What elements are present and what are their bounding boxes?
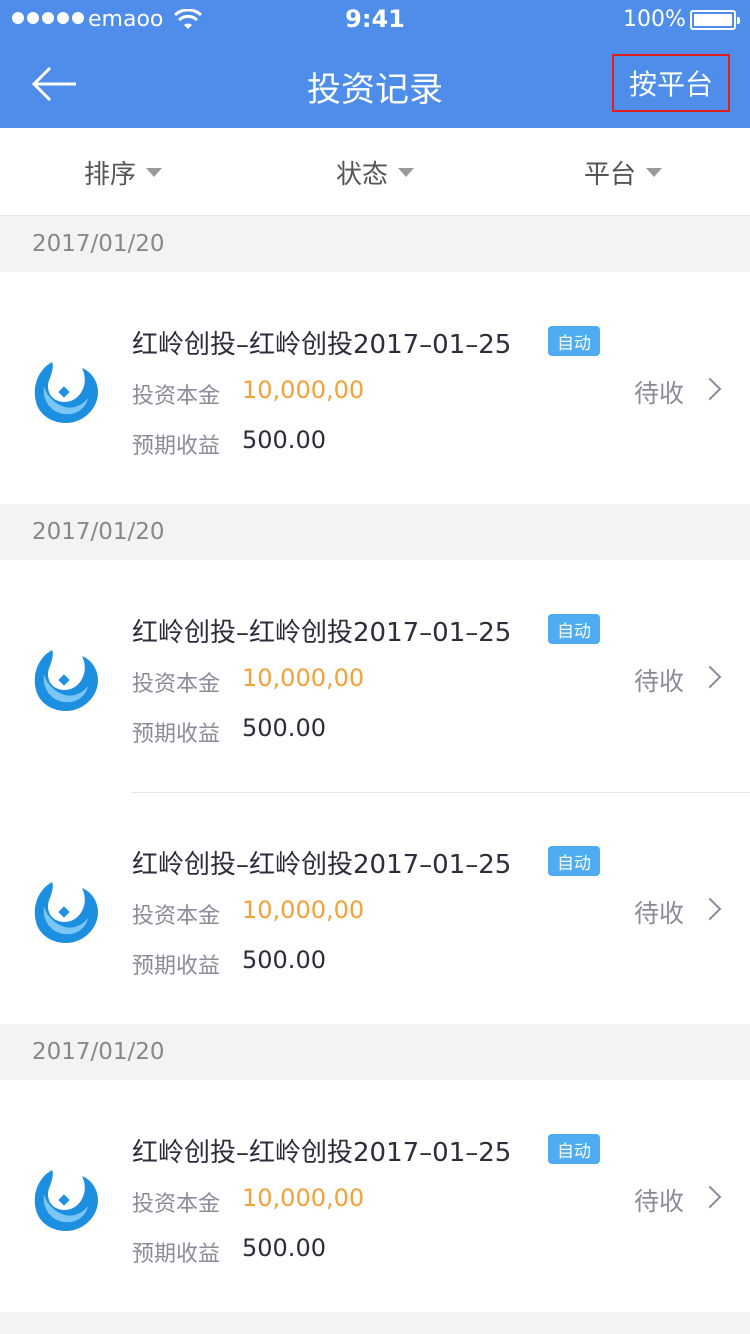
- platform-logo-icon: [34, 882, 98, 944]
- status-text: 待收: [634, 667, 685, 696]
- caret-down-icon: [398, 167, 415, 177]
- investment-item[interactable]: 红岭创投–红岭创投2017–01–25 自动 投资本金 10,000,00 预期…: [0, 792, 750, 1024]
- filter-status[interactable]: 状态: [336, 128, 415, 216]
- app-header: emaoo 9:41 100% 投资记录 按平台: [0, 0, 750, 128]
- income-value: 500.00: [242, 714, 326, 742]
- filter-sort[interactable]: 排序: [84, 128, 163, 216]
- income-label: 预期收益: [132, 1242, 221, 1267]
- platform-logo-icon: [34, 650, 98, 712]
- income-label: 预期收益: [132, 722, 221, 747]
- auto-badge: 自动: [548, 846, 600, 876]
- principal-value: 10,000,00: [242, 376, 365, 404]
- date-header: 2017/01/20: [0, 1024, 750, 1080]
- caret-down-icon: [146, 167, 163, 177]
- filter-platform-label: 平台: [584, 159, 637, 190]
- principal-value: 10,000,00: [242, 896, 365, 924]
- filter-status-label: 状态: [336, 159, 389, 190]
- investment-card: 红岭创投–红岭创投2017–01–25 自动 投资本金 10,000,00 预期…: [0, 1080, 750, 1312]
- status-bar: emaoo 9:41 100%: [0, 0, 750, 40]
- auto-badge: 自动: [548, 614, 600, 644]
- date-header: 2017/01/20: [0, 216, 750, 272]
- by-platform-button[interactable]: 按平台: [612, 54, 730, 112]
- principal-label: 投资本金: [132, 384, 221, 409]
- income-value: 500.00: [242, 426, 326, 454]
- principal-label: 投资本金: [132, 904, 221, 929]
- item-title: 红岭创投–红岭创投2017–01–25: [132, 1138, 512, 1168]
- investment-card: 红岭创投–红岭创投2017–01–25 自动 投资本金 10,000,00 预期…: [0, 272, 750, 504]
- item-title: 红岭创投–红岭创投2017–01–25: [132, 618, 512, 648]
- status-text: 待收: [634, 1187, 685, 1216]
- auto-badge: 自动: [548, 326, 600, 356]
- income-value: 500.00: [242, 1234, 326, 1262]
- battery-icon: [690, 10, 740, 30]
- income-label: 预期收益: [132, 434, 221, 459]
- income-value: 500.00: [242, 946, 326, 974]
- principal-label: 投资本金: [132, 672, 221, 697]
- investment-item[interactable]: 红岭创投–红岭创投2017–01–25 自动 投资本金 10,000,00 预期…: [0, 272, 750, 504]
- chevron-right-icon: [698, 665, 722, 689]
- investment-card: 红岭创投–红岭创投2017–01–25 自动 投资本金 10,000,00 预期…: [0, 560, 750, 1024]
- date-header: 2017/01/20: [0, 504, 750, 560]
- filter-bar: 排序 状态 平台: [0, 128, 750, 216]
- status-text: 待收: [634, 379, 685, 408]
- chevron-right-icon: [698, 1185, 722, 1209]
- item-title: 红岭创投–红岭创投2017–01–25: [132, 330, 512, 360]
- principal-label: 投资本金: [132, 1192, 221, 1217]
- status-text: 待收: [634, 899, 685, 928]
- platform-logo-icon: [34, 1170, 98, 1232]
- caret-down-icon: [646, 167, 663, 177]
- filter-platform[interactable]: 平台: [584, 128, 663, 216]
- income-label: 预期收益: [132, 954, 221, 979]
- platform-logo-icon: [34, 362, 98, 424]
- filter-sort-label: 排序: [84, 159, 137, 190]
- investment-item[interactable]: 红岭创投–红岭创投2017–01–25 自动 投资本金 10,000,00 预期…: [0, 560, 750, 792]
- principal-value: 10,000,00: [242, 664, 365, 692]
- battery-percentage: 100%: [623, 7, 686, 32]
- auto-badge: 自动: [548, 1134, 600, 1164]
- principal-value: 10,000,00: [242, 1184, 365, 1212]
- item-title: 红岭创投–红岭创投2017–01–25: [132, 850, 512, 880]
- chevron-right-icon: [698, 377, 722, 401]
- investment-item[interactable]: 红岭创投–红岭创投2017–01–25 自动 投资本金 10,000,00 预期…: [0, 1080, 750, 1312]
- chevron-right-icon: [698, 897, 722, 921]
